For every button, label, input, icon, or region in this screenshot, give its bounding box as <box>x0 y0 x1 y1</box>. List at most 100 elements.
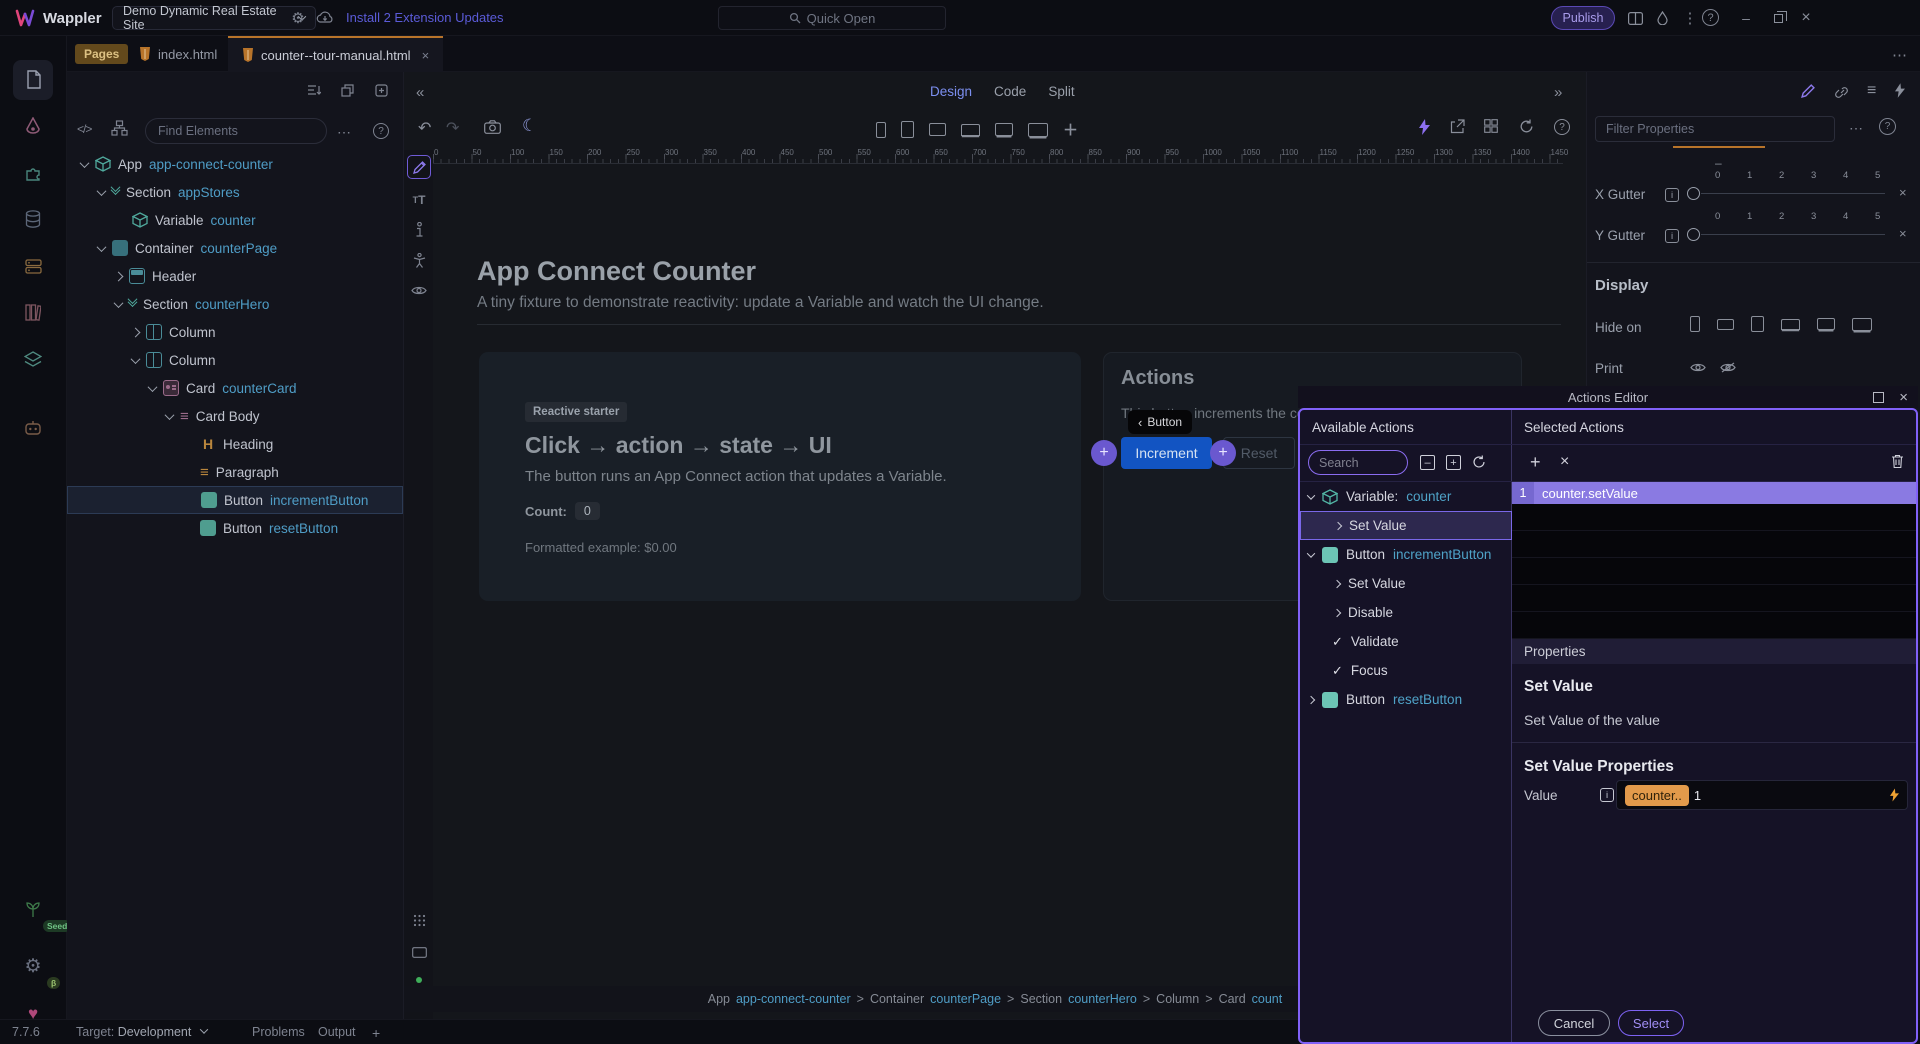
install-updates-link[interactable]: Install 2 Extension Updates <box>346 10 504 25</box>
tree-row-column-1[interactable]: Column <box>67 318 403 346</box>
bolt-icon[interactable] <box>1419 119 1430 135</box>
breadcrumb-label[interactable]: Section <box>1020 992 1062 1006</box>
sitemap-icon[interactable] <box>111 120 128 136</box>
problems-button[interactable]: Problems <box>252 1025 305 1039</box>
selected-action-row[interactable]: 1 counter.setValue <box>1512 482 1916 504</box>
desktop-icon[interactable] <box>1817 318 1835 330</box>
close-icon[interactable]: × <box>1796 8 1816 28</box>
add-panel-icon[interactable]: + <box>372 1025 380 1041</box>
value-input[interactable]: counter.. 1 <box>1616 780 1908 810</box>
breadcrumb-name[interactable]: counterHero <box>1068 992 1137 1006</box>
tree-row-section-counterhero[interactable]: Section counterHero <box>67 290 403 318</box>
design-pen-icon[interactable] <box>13 106 53 146</box>
expand-icon[interactable] <box>1334 521 1342 529</box>
kebab-menu-icon[interactable]: ⋮ <box>1680 8 1700 28</box>
increment-button[interactable]: Increment <box>1121 437 1212 469</box>
laptop-icon[interactable] <box>961 124 980 136</box>
refresh-actions-icon[interactable] <box>1472 455 1486 469</box>
minimize-icon[interactable]: – <box>1736 8 1756 28</box>
expand-icon[interactable] <box>131 327 141 337</box>
phone-icon[interactable] <box>1690 316 1700 332</box>
clear-x-gutter-icon[interactable]: × <box>1899 185 1907 200</box>
phone-landscape-icon[interactable] <box>1717 319 1734 330</box>
tab-overflow-icon[interactable]: ⋯ <box>1892 46 1907 64</box>
gear-icon[interactable]: ⚙ <box>288 8 308 28</box>
info-icon[interactable]: i <box>1600 788 1614 802</box>
tablet-icon[interactable] <box>901 121 914 138</box>
collapse-icon[interactable] <box>114 298 124 308</box>
redo-icon[interactable]: ↷ <box>446 118 459 138</box>
large-monitor-icon[interactable] <box>1852 318 1872 331</box>
settings-gear-icon[interactable]: ⚙β <box>13 946 53 986</box>
breadcrumb-label[interactable]: App <box>708 992 730 1006</box>
tree-row-header[interactable]: Header <box>67 262 403 290</box>
structure-more-icon[interactable]: ⋯ <box>337 124 351 141</box>
insert-after-plus-icon[interactable]: + <box>1210 440 1236 466</box>
expand-icon[interactable] <box>1307 695 1315 703</box>
x-gutter-slider-handle[interactable] <box>1687 187 1700 200</box>
help-icon[interactable]: ? <box>1702 9 1719 26</box>
tree-row-card-countercard[interactable]: Card counterCard <box>67 374 403 402</box>
collapse-icon[interactable] <box>80 158 90 168</box>
desktop-icon[interactable] <box>995 123 1013 136</box>
collapse-icon[interactable] <box>97 186 107 196</box>
modal-title-bar[interactable]: Actions Editor × <box>1298 386 1918 408</box>
server-icon[interactable] <box>13 246 53 286</box>
grid-dots-icon[interactable] <box>407 908 431 932</box>
collapse-icon[interactable] <box>148 382 158 392</box>
target-selector[interactable]: Target: Development <box>76 1025 207 1039</box>
accessibility-tool-icon[interactable] <box>407 248 431 272</box>
action-tree-validate[interactable]: ✓ Validate <box>1300 627 1511 656</box>
action-tree-reset-button[interactable]: Button resetButton <box>1300 685 1511 714</box>
styles-list-icon[interactable]: ≡ <box>1867 82 1876 100</box>
collapse-icon[interactable] <box>97 242 107 252</box>
layers-icon[interactable] <box>13 339 53 379</box>
dynamic-bolt-icon[interactable] <box>1895 83 1905 98</box>
seed-badge-icon[interactable]: Seed <box>13 889 53 929</box>
cancel-button[interactable]: Cancel <box>1538 1010 1610 1036</box>
expand-all-icon[interactable]: + <box>1446 455 1461 470</box>
mode-split[interactable]: Split <box>1048 84 1074 99</box>
duplicate-node-icon[interactable] <box>341 84 354 97</box>
expression-token[interactable]: counter.. <box>1625 785 1689 806</box>
tree-row-variable-counter[interactable]: Variable counter <box>67 206 403 234</box>
laptop-icon[interactable] <box>1781 319 1800 330</box>
action-tree-set-value-selected[interactable]: Set Value <box>1300 511 1512 540</box>
info-tool-icon[interactable] <box>407 218 431 242</box>
publish-button[interactable]: Publish <box>1551 6 1615 30</box>
breadcrumb-name[interactable]: app-connect-counter <box>736 992 851 1006</box>
device-frame-icon[interactable] <box>407 940 431 964</box>
y-gutter-slider-handle[interactable] <box>1687 228 1700 241</box>
tree-row-section-appstores[interactable]: Section appStores <box>67 178 403 206</box>
code-view-icon[interactable]: </> <box>77 122 91 136</box>
library-icon[interactable] <box>13 292 53 332</box>
refresh-icon[interactable] <box>1519 119 1534 134</box>
collapse-left-icon[interactable]: « <box>416 84 424 101</box>
eye-slash-icon[interactable] <box>1720 362 1736 373</box>
tab-counter-tour-manual[interactable]: counter--tour-manual.html × <box>228 36 443 72</box>
select-button[interactable]: Select <box>1618 1010 1684 1036</box>
mode-code[interactable]: Code <box>994 84 1026 99</box>
mode-design[interactable]: Design <box>930 84 972 99</box>
move-icon[interactable]: ＋ <box>1063 119 1078 140</box>
extensions-puzzle-icon[interactable] <box>13 153 53 193</box>
add-node-icon[interactable] <box>375 84 388 97</box>
filter-properties-input[interactable] <box>1595 116 1835 142</box>
output-button[interactable]: Output <box>318 1025 356 1039</box>
sort-nodes-icon[interactable] <box>307 84 321 96</box>
tab-index-html[interactable]: index.html <box>125 36 231 72</box>
tree-row-app[interactable]: App app-connect-counter <box>67 150 403 178</box>
clear-y-gutter-icon[interactable]: × <box>1899 226 1907 241</box>
tablet-landscape-icon[interactable] <box>929 123 946 136</box>
info-icon[interactable]: i <box>1665 188 1679 202</box>
breadcrumb-label[interactable]: Column <box>1156 992 1199 1006</box>
eye-tool-icon[interactable] <box>407 278 431 302</box>
layout-panels-icon[interactable] <box>1625 8 1645 28</box>
collapse-icon[interactable] <box>1307 549 1315 557</box>
quick-open-button[interactable]: Quick Open <box>718 6 946 30</box>
action-tree-set-value[interactable]: Set Value <box>1300 569 1511 598</box>
unlink-icon[interactable] <box>1835 84 1850 99</box>
properties-more-icon[interactable]: ⋯ <box>1849 120 1863 137</box>
pages-badge[interactable]: Pages <box>75 44 128 64</box>
text-tool-icon[interactable]: TT <box>407 188 431 212</box>
